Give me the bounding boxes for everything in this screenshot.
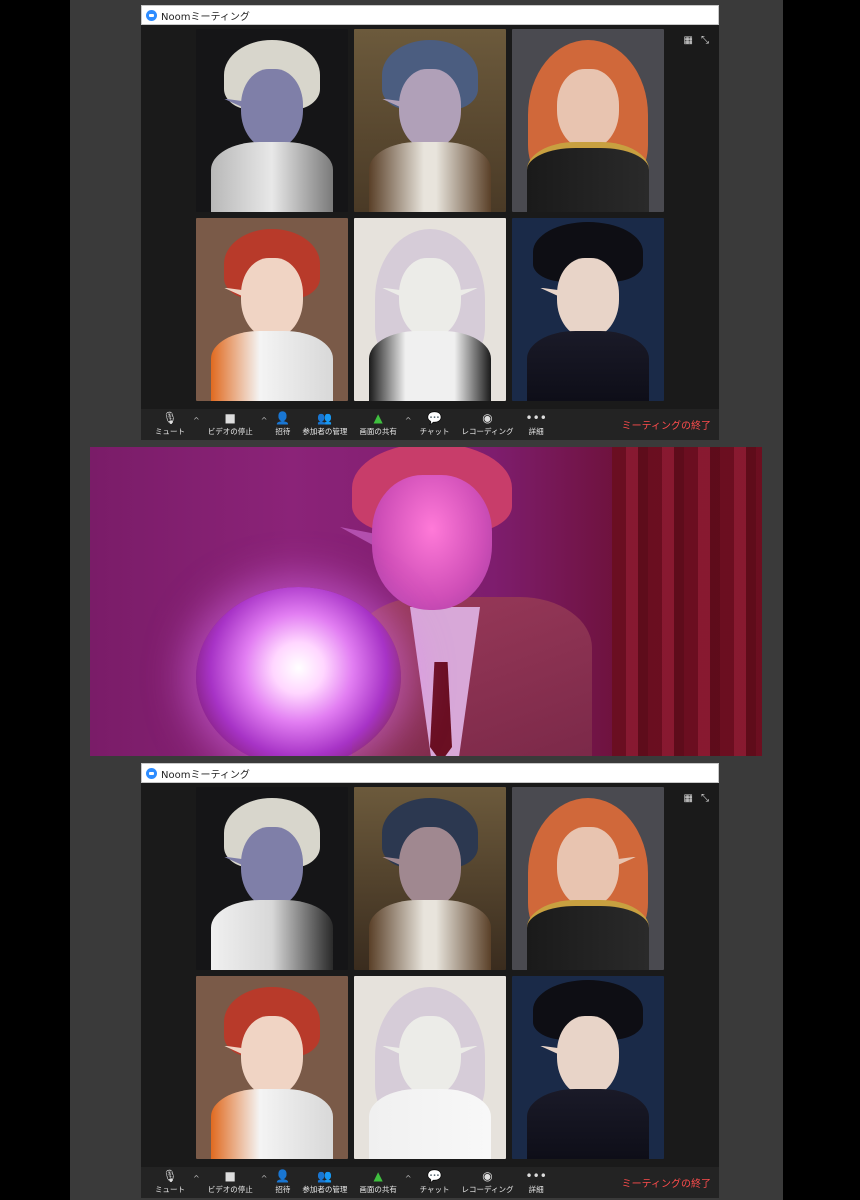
fullscreen-icon[interactable]: ⤡ (701, 35, 709, 46)
mute-label: ミュート (155, 1185, 185, 1194)
featured-photo (90, 447, 762, 756)
participant-video-tile[interactable] (512, 29, 664, 212)
video-camera-icon: ■ (224, 411, 236, 425)
microphone-icon: 🎙 (162, 411, 178, 425)
participants-label: 参加者の管理 (302, 1185, 348, 1194)
chat-bubble-icon: 💬 (427, 1169, 443, 1183)
fullscreen-icon[interactable]: ⤡ (701, 793, 709, 804)
invite-button[interactable]: 👤 招待 (269, 409, 296, 440)
participants-label: 参加者の管理 (302, 427, 348, 436)
participant-video-tile[interactable] (512, 218, 664, 401)
video-camera-icon: ■ (224, 1169, 236, 1183)
participant-video-tile[interactable] (354, 787, 506, 970)
chat-button[interactable]: 💬 チャット (414, 1167, 456, 1198)
record-icon: ◉ (482, 1169, 493, 1183)
mute-button[interactable]: 🎙 ミュート (149, 1167, 191, 1198)
participant-grid (196, 787, 664, 1163)
share-screen-icon: ▲ (373, 1169, 383, 1183)
curtain-background (612, 447, 762, 756)
view-controls: ▦ ⤡ (684, 793, 709, 804)
zoom-window-top: Noomミーティング ▦ ⤡ 🎙 ミュート ^ ■ ビデオの停止 ^ 👤 招待 … (141, 5, 719, 440)
record-button[interactable]: ◉ レコーディング (456, 409, 520, 440)
gallery-view-icon[interactable]: ▦ (684, 793, 693, 804)
more-button[interactable]: ••• 詳細 (520, 409, 553, 440)
participant-video-tile[interactable] (354, 976, 506, 1159)
video-gallery: ▦ ⤡ (141, 25, 719, 411)
more-button[interactable]: ••• 詳細 (520, 1167, 553, 1198)
invite-button[interactable]: 👤 招待 (269, 1167, 296, 1198)
more-label: 詳細 (528, 427, 544, 436)
video-label: ビデオの停止 (207, 427, 253, 436)
share-label: 画面の共有 (359, 1185, 397, 1194)
more-dots-icon: ••• (525, 411, 547, 425)
gallery-view-icon[interactable]: ▦ (684, 35, 693, 46)
end-meeting-button[interactable]: ミーティングの終了 (622, 417, 711, 432)
share-screen-button[interactable]: ▲ 画面の共有 (353, 409, 403, 440)
more-dots-icon: ••• (525, 1169, 547, 1183)
participant-video-tile[interactable] (354, 29, 506, 212)
meeting-toolbar: 🎙 ミュート ^ ■ ビデオの停止 ^ 👤 招待 👥 参加者の管理 ▲ 画面の共… (141, 409, 719, 440)
participant-video-tile[interactable] (196, 787, 348, 970)
video-gallery: ▦ ⤡ (141, 783, 719, 1169)
participant-grid (196, 29, 664, 405)
zoom-logo-icon (146, 767, 157, 779)
record-label: レコーディング (461, 1185, 514, 1194)
chevron-up-icon[interactable]: ^ (259, 1174, 270, 1183)
participant-video-tile[interactable] (196, 29, 348, 212)
end-meeting-button[interactable]: ミーティングの終了 (622, 1175, 711, 1190)
participant-video-tile[interactable] (512, 787, 664, 970)
share-screen-button[interactable]: ▲ 画面の共有 (353, 1167, 403, 1198)
record-button[interactable]: ◉ レコーディング (456, 1167, 520, 1198)
invite-label: 招待 (275, 427, 291, 436)
chat-label: チャット (419, 1185, 450, 1194)
participant-video-tile[interactable] (512, 976, 664, 1159)
participants-icon: 👥 (317, 1169, 333, 1183)
titlebar: Noomミーティング (141, 763, 719, 783)
window-title: Noomミーティング (161, 769, 250, 781)
titlebar: Noomミーティング (141, 5, 719, 25)
video-label: ビデオの停止 (207, 1185, 253, 1194)
participant-video-tile[interactable] (196, 976, 348, 1159)
chat-bubble-icon: 💬 (427, 411, 443, 425)
record-label: レコーディング (461, 427, 514, 436)
zoom-window-bottom: Noomミーティング ▦ ⤡ 🎙 ミュート ^ ■ ビデオの停止 ^ 👤 招待 … (141, 763, 719, 1198)
manage-participants-button[interactable]: 👥 参加者の管理 (296, 1167, 353, 1198)
chat-label: チャット (419, 427, 450, 436)
share-label: 画面の共有 (359, 427, 397, 436)
participant-video-tile[interactable] (354, 218, 506, 401)
share-screen-icon: ▲ (373, 411, 383, 425)
chevron-up-icon[interactable]: ^ (191, 416, 202, 425)
mute-button[interactable]: 🎙 ミュート (149, 409, 191, 440)
participant-video-tile[interactable] (196, 218, 348, 401)
glowing-orb (196, 587, 401, 756)
person-face (372, 475, 492, 610)
stop-video-button[interactable]: ■ ビデオの停止 (202, 1167, 259, 1198)
microphone-icon: 🎙 (162, 1169, 178, 1183)
chevron-up-icon[interactable]: ^ (403, 416, 414, 425)
invite-person-icon: 👤 (275, 411, 291, 425)
invite-person-icon: 👤 (275, 1169, 291, 1183)
window-title: Noomミーティング (161, 11, 250, 23)
mute-label: ミュート (155, 427, 185, 436)
record-icon: ◉ (482, 411, 493, 425)
chevron-up-icon[interactable]: ^ (259, 416, 270, 425)
view-controls: ▦ ⤡ (684, 35, 709, 46)
participants-icon: 👥 (317, 411, 333, 425)
chevron-up-icon[interactable]: ^ (191, 1174, 202, 1183)
stop-video-button[interactable]: ■ ビデオの停止 (202, 409, 259, 440)
zoom-logo-icon (146, 9, 157, 21)
chat-button[interactable]: 💬 チャット (414, 409, 456, 440)
chevron-up-icon[interactable]: ^ (403, 1174, 414, 1183)
invite-label: 招待 (275, 1185, 291, 1194)
meeting-toolbar: 🎙 ミュート ^ ■ ビデオの停止 ^ 👤 招待 👥 参加者の管理 ▲ 画面の共… (141, 1167, 719, 1198)
manage-participants-button[interactable]: 👥 参加者の管理 (296, 409, 353, 440)
more-label: 詳細 (528, 1185, 544, 1194)
